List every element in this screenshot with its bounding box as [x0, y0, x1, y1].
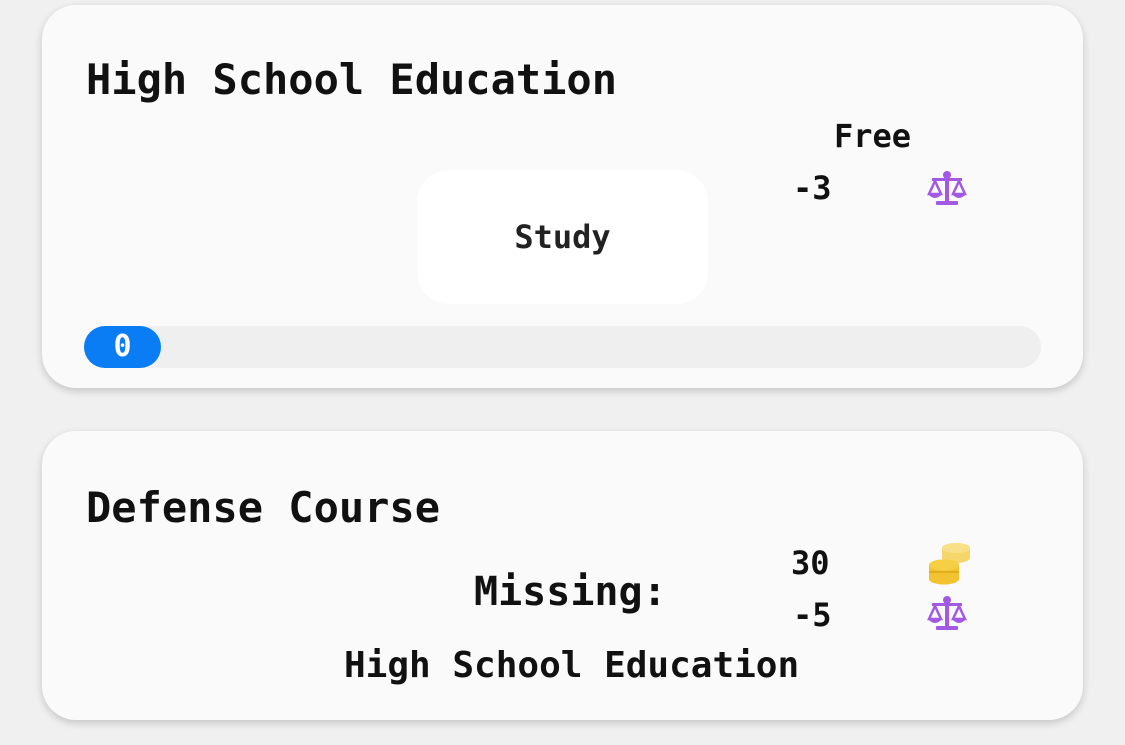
course-card-high-school: High School Education Free -3 Study 0 [42, 5, 1083, 388]
missing-label: Missing: [474, 569, 667, 615]
progress-value: 0 [113, 329, 132, 364]
course-progress-bar: 0 [84, 326, 1041, 368]
missing-requirement: High School Education [344, 645, 800, 686]
happiness-cost: -3 [793, 169, 832, 207]
happiness-cost: -5 [793, 596, 832, 634]
money-cost: 30 [791, 544, 830, 582]
course-price: Free [834, 117, 912, 155]
study-button[interactable]: Study [417, 170, 708, 304]
course-title: High School Education [86, 55, 618, 104]
balance-scale-icon [927, 596, 967, 630]
course-card-defense: Defense Course 30 -5 Missing: High Schoo… [42, 431, 1083, 720]
balance-scale-icon [927, 171, 967, 205]
course-title: Defense Course [86, 483, 441, 532]
coins-icon [929, 543, 970, 585]
